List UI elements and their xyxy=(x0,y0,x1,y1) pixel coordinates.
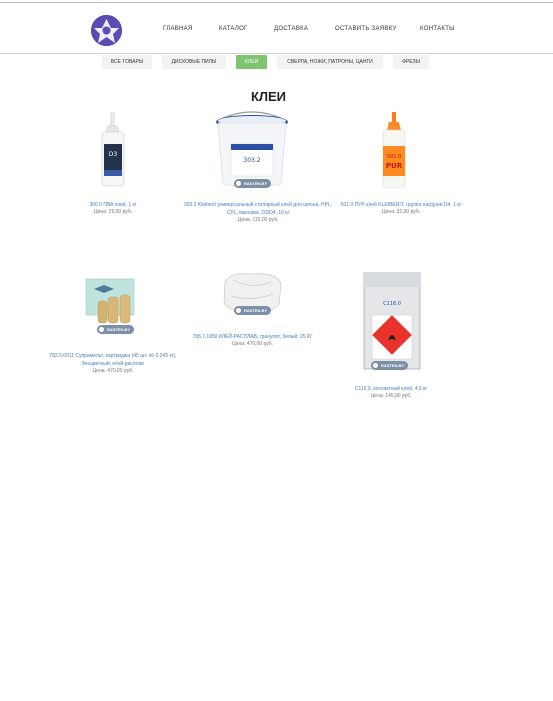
product-image-glue-bucket[interactable]: 303.2 xyxy=(213,110,291,190)
category-saw-blades[interactable]: ДИСКОВЫЕ ПИЛЫ xyxy=(162,55,226,69)
product-image-cartridge-box[interactable] xyxy=(84,277,138,329)
product-image-pur-glue-bottle[interactable]: 501.0 PUR xyxy=(380,112,408,190)
nav-link-request[interactable]: ОСТАВИТЬ ЗАЯВКУ xyxy=(335,26,397,32)
product-image-white-glue-bottle[interactable]: D3 xyxy=(98,111,128,188)
nav-link-catalog[interactable]: КАТАЛОГ xyxy=(219,26,248,32)
product-price: Цена: 470,00 руб. xyxy=(231,341,273,347)
product-price: Цена: 25,00 руб. xyxy=(93,209,133,215)
site-header: ГЛАВНАЯ КАТАЛОГ ДОСТАВКА ОСТАВИТЬ ЗАЯВКУ… xyxy=(0,3,553,54)
site-logo[interactable] xyxy=(91,15,122,46)
product-price: Цена: 470,00 руб. xyxy=(92,368,134,374)
watermark-badge: RASTEN.BY xyxy=(234,306,272,315)
svg-text:501.0: 501.0 xyxy=(387,154,401,160)
category-filter-bar: ВСЕ ТОВАРЫ ДИСКОВЫЕ ПИЛЫ КЛЕИ СВЕРЛА, НО… xyxy=(0,55,553,69)
product-name[interactable]: 300.0 ПВА клей, 1 кг xyxy=(66,201,160,209)
nav-link-contacts[interactable]: КОНТАКТЫ xyxy=(420,26,455,32)
product-price: Цена: 145,00 руб. xyxy=(370,393,412,399)
category-mills[interactable]: ФРЕЗЫ xyxy=(393,55,429,69)
category-glues[interactable]: КЛЕИ xyxy=(236,55,267,69)
product-price: Цена: 110,00 руб. xyxy=(237,217,279,223)
watermark-badge: RASTEN.BY xyxy=(234,179,272,188)
page-title: КЛЕИ xyxy=(250,89,287,104)
product-name[interactable]: 501.0 ПУР клей KLEIBERIT, группа нагрузк… xyxy=(336,201,466,209)
category-drills-knives[interactable]: СВЕРЛА, НОЖИ, ПАТРОНЫ, ЦАНГИ xyxy=(277,55,383,69)
nav-link-home[interactable]: ГЛАВНАЯ xyxy=(163,26,193,32)
product-name[interactable]: 303.2 Kleiberit универсальный столярный … xyxy=(178,201,338,217)
product-name[interactable]: 782.5.0011 Супрамельт, картриджи (45 шт.… xyxy=(40,352,186,368)
svg-text:303.2: 303.2 xyxy=(243,157,260,164)
product-image-contact-glue-canister[interactable]: C116.0 xyxy=(362,271,422,371)
watermark-badge: RASTEN.BY xyxy=(371,361,409,370)
product-name[interactable]: 788.7.1050 КЛЕЙ-РАСПЛАВ, гранулят, белый… xyxy=(170,333,335,341)
svg-text:C116.0: C116.0 xyxy=(383,301,401,307)
svg-text:PUR: PUR xyxy=(386,162,403,170)
category-all[interactable]: ВСЕ ТОВАРЫ xyxy=(102,55,152,69)
product-name[interactable]: С116.0, контактный клей, 4,5 кг xyxy=(336,385,446,393)
nav-link-delivery[interactable]: ДОСТАВКА xyxy=(274,26,308,32)
watermark-badge: RASTEN.BY xyxy=(97,325,135,334)
product-price: Цена: 32,00 руб. xyxy=(381,209,421,215)
svg-text:D3: D3 xyxy=(109,151,118,158)
